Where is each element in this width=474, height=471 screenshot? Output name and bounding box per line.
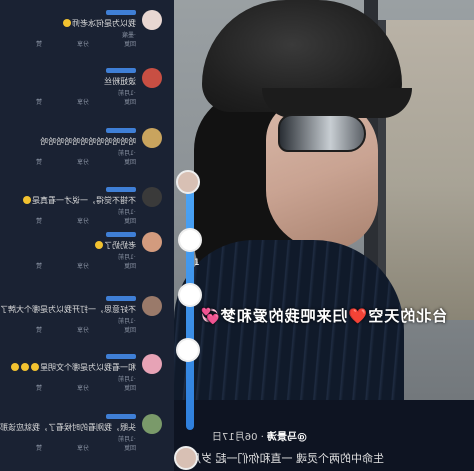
comment-text: 头眼，我刚看的时候看了，我就应该那个是 <box>0 423 136 432</box>
commenter-name[interactable] <box>106 296 136 301</box>
share-button[interactable]: 分享 <box>77 97 89 106</box>
reply-button[interactable]: 回复 <box>124 157 136 166</box>
comment-actions: 回复 分享 赞 <box>36 325 136 334</box>
comment-item[interactable]: 哈哈哈哈哈哈哈哈哈哈哈哈 ·1月前 回复 分享 赞 <box>0 124 168 174</box>
reply-button[interactable]: 回复 <box>124 261 136 270</box>
reply-button[interactable]: 回复 <box>124 383 136 392</box>
commenter-avatar[interactable] <box>142 187 162 207</box>
emoji-icon <box>63 19 71 27</box>
post-text: 生命中的两个灵魂 一直和你们一起 岁月 <box>190 452 384 465</box>
commenter-name[interactable] <box>106 232 136 237</box>
avatar[interactable] <box>178 228 202 252</box>
comment-text: 和一看我以为是哪个文明星 <box>10 363 136 373</box>
comment-time: ·1月前 <box>118 436 136 443</box>
reply-button[interactable]: 回复 <box>124 325 136 334</box>
commenter-name[interactable] <box>106 354 136 359</box>
comment-item[interactable]: 不好意思，一打开我以为是哪个大牌了 ·1月前 回复 分享 赞 <box>0 292 168 342</box>
emoji-icon <box>23 196 31 204</box>
comment-text: 我以为是何冰老师 <box>62 19 136 29</box>
post-caption: 台北的天空❤️归来吧我的爱和梦💞 <box>200 307 448 325</box>
commenter-avatar[interactable] <box>142 68 162 88</box>
commenter-avatar[interactable] <box>142 128 162 148</box>
share-button[interactable]: 分享 <box>77 383 89 392</box>
commenter-name[interactable] <box>106 187 136 192</box>
like-button[interactable]: 赞 <box>36 97 42 106</box>
share-button[interactable]: 分享 <box>77 261 89 270</box>
commenter-avatar[interactable] <box>142 414 162 434</box>
commenter-avatar[interactable] <box>142 296 162 316</box>
share-button[interactable]: 分享 <box>77 325 89 334</box>
reply-button[interactable]: 回复 <box>124 97 136 106</box>
comment-time: ·1月前 <box>118 318 136 325</box>
comment-time: ·1月前 <box>118 90 136 97</box>
commenter-avatar[interactable] <box>142 10 162 30</box>
like-button[interactable]: 赞 <box>36 261 42 270</box>
comment-time: ·墨痕 <box>122 32 136 39</box>
comment-actions: 回复 分享 赞 <box>36 157 136 166</box>
avatar[interactable] <box>178 283 202 307</box>
comment-actions: 回复 分享 赞 <box>36 261 136 270</box>
avatar[interactable] <box>174 446 198 470</box>
comment-actions: 回复 分享 赞 <box>36 383 136 392</box>
commenter-avatar[interactable] <box>142 354 162 374</box>
comment-text: 哈哈哈哈哈哈哈哈哈哈哈哈 <box>40 137 136 146</box>
comment-item[interactable]: 头眼，我刚看的时候看了，我就应该那个是 ·1月前回复 分享 赞 <box>0 410 168 460</box>
emoji-icon <box>95 241 103 249</box>
comment-time: ·1月前 <box>118 254 136 261</box>
comment-item[interactable]: 波妞粉丝 ·1月前 回复 分享 赞 <box>0 64 168 114</box>
emoji-icon <box>21 363 29 371</box>
like-button[interactable]: 赞 <box>36 157 42 166</box>
author-name[interactable]: @马景涛 <box>267 432 307 443</box>
commenter-name[interactable] <box>106 414 136 419</box>
emoji-icon <box>11 363 19 371</box>
post-date: 06月17日 <box>212 432 258 443</box>
reply-button[interactable]: 回复 <box>124 39 136 48</box>
scroll-indicator[interactable] <box>186 190 194 430</box>
comment-actions: 回复 分享 赞 <box>36 216 136 225</box>
share-button[interactable]: 分享 <box>77 216 89 225</box>
comment-time: ·1月前 <box>118 150 136 157</box>
emoji-icon <box>31 363 39 371</box>
commenter-name[interactable] <box>106 68 136 73</box>
commenter-avatar[interactable] <box>142 232 162 252</box>
comment-time: ·1月前 <box>118 376 136 383</box>
comment-text: 老奶奶了 <box>94 241 136 251</box>
like-button[interactable]: 赞 <box>36 383 42 392</box>
like-count: 1 <box>194 258 200 268</box>
sunglasses <box>278 114 366 152</box>
comment-list: 我以为是何冰老师 ·墨痕 回复 分享赞波妞粉丝 ·1月前 回复 分享赞哈哈哈哈哈哈哈哈哈哈哈… <box>0 0 174 471</box>
commenter-name[interactable] <box>106 10 136 15</box>
like-button[interactable]: 赞 <box>36 39 42 48</box>
commenter-name[interactable] <box>106 128 136 133</box>
comment-item[interactable]: 我以为是何冰老师 ·墨痕 回复 分享 赞 <box>0 6 168 56</box>
post-meta: @马景涛 · 06月17日 <box>212 432 307 443</box>
comment-actions: 回复 分享 赞 <box>36 443 136 452</box>
comment-actions: 回复 分享 赞 <box>36 97 136 106</box>
comment-text: 波妞粉丝 <box>104 77 136 86</box>
share-button[interactable]: 分享 <box>77 443 89 452</box>
reply-button[interactable]: 回复 <box>124 216 136 225</box>
avatar[interactable] <box>176 170 200 194</box>
comment-time: ·1月前 <box>118 209 136 216</box>
comment-text: 不错不觉得，一说才一看真是 <box>22 196 136 206</box>
comment-item[interactable]: 不错不觉得，一说才一看真是 ·1月前 回复 分享 赞 <box>0 183 168 233</box>
like-button[interactable]: 赞 <box>36 216 42 225</box>
like-button[interactable]: 赞 <box>36 325 42 334</box>
comment-actions: 回复 分享 赞 <box>36 39 136 48</box>
like-button[interactable]: 赞 <box>36 443 42 452</box>
share-button[interactable]: 分享 <box>77 157 89 166</box>
comment-text: 不好意思，一打开我以为是哪个大牌了 <box>0 305 136 314</box>
reply-button[interactable]: 回复 <box>124 443 136 452</box>
share-button[interactable]: 分享 <box>77 39 89 48</box>
comment-item[interactable]: 老奶奶了 ·1月前 回复 分享 赞 <box>0 228 168 278</box>
avatar[interactable] <box>176 338 200 362</box>
comment-item[interactable]: 和一看我以为是哪个文明星 ·1月前 回复 分享 赞 <box>0 350 168 400</box>
